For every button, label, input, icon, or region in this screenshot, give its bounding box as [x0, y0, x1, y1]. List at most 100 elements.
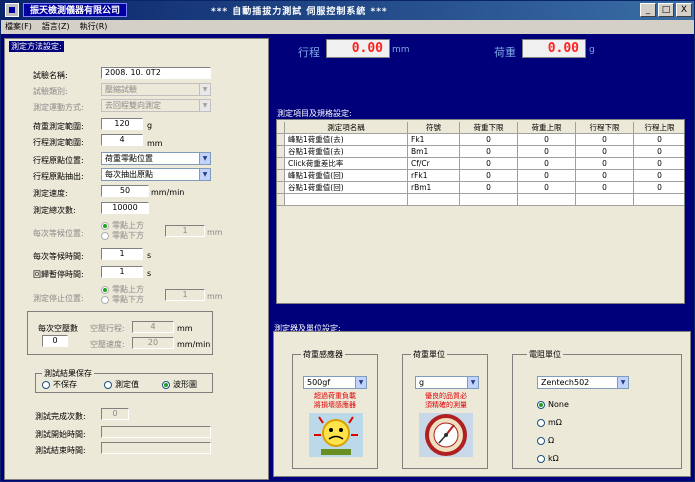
cell-name[interactable]: 峰點1荷重值(去)	[285, 134, 408, 146]
res-unit-kiloohm-radio[interactable]: kΩ	[537, 454, 559, 463]
cell-symbol[interactable]: rFk1	[408, 170, 460, 182]
sensor-select[interactable]: 500gf ▼	[303, 376, 367, 389]
menu-file[interactable]: 檔案(F)	[5, 20, 32, 34]
cell-stroke-min[interactable]: 0	[576, 170, 634, 182]
table-row[interactable]: 谷點1荷重值(回) rBm1 0 0 0 0	[277, 182, 684, 194]
idle-stroke-input[interactable]: 4	[132, 321, 174, 333]
cell-stroke-max[interactable]: 0	[634, 146, 684, 158]
table-row[interactable]: 峰點1荷重值(去) Fk1 0 0 0 0	[277, 134, 684, 146]
table-row[interactable]: Click荷重差比率 Cf/Cr 0 0 0 0	[277, 158, 684, 170]
speed-label: 測定速度:	[33, 189, 68, 198]
load-unit-select[interactable]: g ▼	[415, 376, 479, 389]
load-range-label: 荷重測定範圍:	[33, 122, 84, 131]
close-button[interactable]: X	[676, 3, 692, 17]
wait-time-unit: s	[147, 251, 152, 260]
wait-pos-input[interactable]: 1	[165, 225, 205, 237]
stroke-readout: 0.00	[326, 39, 390, 58]
wait-time-input[interactable]: 1	[101, 248, 143, 260]
resistance-meter-select[interactable]: Zentech502 ▼	[537, 376, 629, 389]
cell-stroke-min[interactable]: 0	[576, 158, 634, 170]
title-bar[interactable]: 振天檢測儀器有限公司 *** 自動插拔力測試 伺服控制系統 *** _ □ X	[1, 1, 694, 20]
cell-stroke-max[interactable]: 0	[634, 182, 684, 194]
cell-symbol[interactable]: Cf/Cr	[408, 158, 460, 170]
menu-language[interactable]: 語言(Z)	[42, 20, 70, 34]
cell-load-min[interactable]: 0	[460, 134, 518, 146]
col-header-name[interactable]: 測定項名稱	[285, 122, 408, 134]
cell-load-max[interactable]: 0	[518, 146, 576, 158]
cell-load-max[interactable]: 0	[518, 158, 576, 170]
cell-name[interactable]: 谷點1荷重值(回)	[285, 182, 408, 194]
cell-stroke-max[interactable]: 0	[634, 158, 684, 170]
start-time-value	[101, 426, 211, 438]
cell-name[interactable]: Click荷重差比率	[285, 158, 408, 170]
unit-warning-line1: 優良的品質必	[425, 392, 467, 400]
stop-above-radio[interactable]: 零點上方	[101, 285, 144, 294]
cell-load-min[interactable]: 0	[460, 170, 518, 182]
save-none-radio[interactable]: 不保存	[42, 380, 77, 389]
cell-load-max[interactable]: 0	[518, 182, 576, 194]
return-time-input[interactable]: 1	[101, 266, 143, 278]
menu-run[interactable]: 執行(R)	[80, 20, 108, 34]
sensor-warning-line1: 超過荷重負載	[314, 392, 356, 400]
test-type-select[interactable]: 壓縮試驗 ▼	[101, 83, 211, 96]
col-header-stroke-max[interactable]: 行程上限	[634, 122, 684, 134]
maximize-button[interactable]: □	[658, 3, 674, 17]
idle-speed-label: 空壓速度:	[90, 340, 125, 349]
table-row[interactable]: 谷點1荷重值(去) Bm1 0 0 0 0	[277, 146, 684, 158]
minimize-button[interactable]: _	[640, 3, 656, 17]
cell-name[interactable]: 峰點1荷重值(回)	[285, 170, 408, 182]
menu-bar: 檔案(F) 語言(Z) 執行(R)	[1, 20, 694, 34]
res-unit-ohm-radio[interactable]: Ω	[537, 436, 554, 445]
cell-symbol[interactable]: Bm1	[408, 146, 460, 158]
zero-find-select[interactable]: 每次抽出原點 ▼	[101, 168, 211, 181]
cell-stroke-min[interactable]: 0	[576, 134, 634, 146]
window-title: *** 自動插拔力測試 伺服控制系統 ***	[211, 7, 388, 17]
col-header-stroke-min[interactable]: 行程下限	[576, 122, 634, 134]
cell-name[interactable]: 谷點1荷重值(去)	[285, 146, 408, 158]
start-time-label: 測試開始時間:	[35, 430, 86, 439]
table-row-empty[interactable]	[277, 194, 684, 206]
idle-count-input[interactable]: 0	[42, 335, 68, 347]
zero-pos-select[interactable]: 荷重零點位置 ▼	[101, 152, 211, 165]
table-row[interactable]: 峰點1荷重值(回) rFk1 0 0 0 0	[277, 170, 684, 182]
cell-load-min[interactable]: 0	[460, 158, 518, 170]
method-settings-panel: 測定方法設定: 試驗名稱: 2008. 10. 0T2 試驗類別: 壓縮試驗 ▼ …	[4, 38, 269, 480]
test-name-input[interactable]: 2008. 10. 0T2	[101, 67, 211, 79]
cell-stroke-max[interactable]: 0	[634, 134, 684, 146]
load-unit-group-title: 荷重單位	[411, 349, 447, 360]
idle-speed-input[interactable]: 20	[132, 337, 174, 349]
col-header-load-min[interactable]: 荷重下限	[460, 122, 518, 134]
wait-below-radio[interactable]: 零點下方	[101, 231, 144, 240]
motion-label: 測定運動方式:	[33, 103, 84, 112]
cell-stroke-max[interactable]: 0	[634, 170, 684, 182]
app-window: 振天檢測儀器有限公司 *** 自動插拔力測試 伺服控制系統 *** _ □ X …	[0, 0, 695, 482]
cell-symbol[interactable]: rBm1	[408, 182, 460, 194]
cell-load-min[interactable]: 0	[460, 146, 518, 158]
res-unit-milliohm-radio[interactable]: mΩ	[537, 418, 562, 427]
motion-select[interactable]: 去回程雙向測定 ▼	[101, 99, 211, 112]
col-header-symbol[interactable]: 符號	[408, 122, 460, 134]
total-count-input[interactable]: 10000	[101, 202, 149, 214]
cell-symbol[interactable]: Fk1	[408, 134, 460, 146]
col-header-load-max[interactable]: 荷重上限	[518, 122, 576, 134]
end-time-value	[101, 442, 211, 454]
cell-load-max[interactable]: 0	[518, 170, 576, 182]
cell-load-max[interactable]: 0	[518, 134, 576, 146]
cell-stroke-min[interactable]: 0	[576, 146, 634, 158]
stop-below-radio[interactable]: 零點下方	[101, 295, 144, 304]
wait-pos-unit: mm	[207, 228, 223, 237]
zero-pos-label: 行程原點位置:	[33, 156, 84, 165]
speed-input[interactable]: 50	[101, 185, 149, 197]
stroke-readout-label: 行程	[298, 46, 320, 59]
sensor-warning-line2: 將損壞感應器	[314, 401, 356, 409]
save-wave-radio[interactable]: 波形圖	[162, 380, 197, 389]
wait-above-radio[interactable]: 零點上方	[101, 221, 144, 230]
stroke-range-input[interactable]: 4	[101, 134, 143, 146]
save-value-radio[interactable]: 測定值	[104, 380, 139, 389]
res-unit-none-radio[interactable]: None	[537, 400, 569, 409]
cell-stroke-min[interactable]: 0	[576, 182, 634, 194]
cell-load-min[interactable]: 0	[460, 182, 518, 194]
stop-pos-input[interactable]: 1	[165, 289, 205, 301]
sensor-group-title: 荷重感應器	[301, 349, 345, 360]
load-range-input[interactable]: 120	[101, 118, 143, 130]
